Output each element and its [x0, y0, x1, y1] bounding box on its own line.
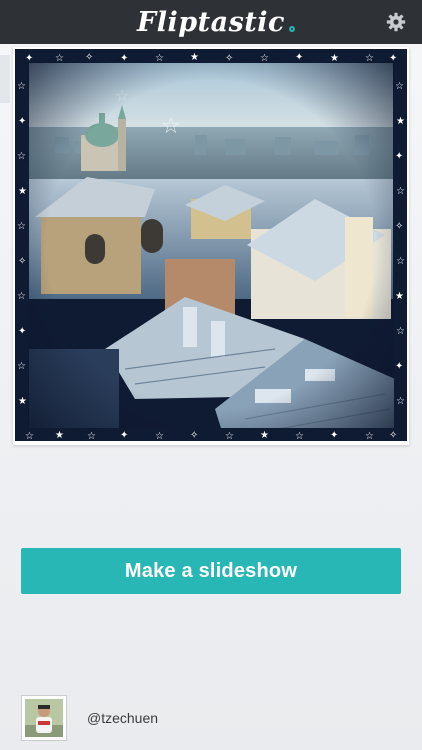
svg-text:☆: ☆ [155, 53, 164, 64]
svg-text:☆: ☆ [17, 291, 26, 302]
svg-text:☆: ☆ [17, 361, 26, 372]
svg-text:✦: ✦ [395, 151, 403, 162]
svg-text:☆: ☆ [396, 326, 405, 337]
svg-text:★: ★ [18, 186, 27, 197]
svg-text:✦: ✦ [295, 52, 303, 63]
svg-text:☆: ☆ [395, 81, 404, 92]
logo-dot-icon [288, 25, 295, 32]
svg-text:✦: ✦ [389, 53, 397, 64]
app-logo: Fliptastic [137, 6, 295, 38]
photo-image[interactable]: ✦ ☆ ✧ ✦ ☆ ★ ✧ ☆ ✦ ★ ☆ ✦ ☆ ★ ☆ ✦ ☆ ✧ ☆ ★ ☆ ✦ ☆ ✧ ☆ ✦ ☆ ★ ☆ ✧ … [15, 49, 407, 441]
app-header: Fliptastic [0, 0, 422, 44]
author-username[interactable]: @tzechuen [87, 710, 158, 726]
svg-text:✧: ✧ [85, 52, 93, 63]
svg-text:✦: ✦ [330, 430, 338, 441]
svg-text:☆: ☆ [17, 221, 26, 232]
svg-text:☆: ☆ [17, 151, 26, 162]
svg-text:✦: ✦ [18, 326, 26, 337]
previous-photo-edge[interactable] [0, 55, 10, 103]
svg-text:★: ★ [395, 291, 404, 302]
svg-text:✧: ✧ [225, 53, 233, 64]
svg-text:✦: ✦ [25, 53, 33, 64]
svg-text:☆: ☆ [396, 186, 405, 197]
svg-text:☆: ☆ [155, 431, 164, 441]
svg-text:☆: ☆ [396, 256, 405, 267]
svg-text:✧: ✧ [389, 430, 397, 441]
svg-text:★: ★ [190, 52, 199, 63]
svg-text:☆: ☆ [17, 81, 26, 92]
svg-text:★: ★ [260, 430, 269, 441]
svg-text:☆: ☆ [396, 396, 405, 407]
svg-text:☆: ☆ [161, 114, 181, 139]
photo-card[interactable]: ✦ ☆ ✧ ✦ ☆ ★ ✧ ☆ ✦ ★ ☆ ✦ ☆ ★ ☆ ✦ ☆ ✧ ☆ ★ ☆ ✦ ☆ ✧ ☆ ✦ ☆ ★ ☆ ✧ … [13, 47, 409, 445]
svg-text:★: ★ [18, 396, 27, 407]
svg-text:★: ★ [396, 116, 405, 127]
app-logo-text: Fliptastic [137, 6, 285, 38]
svg-text:☆: ☆ [295, 431, 304, 441]
svg-text:✦: ✦ [18, 116, 26, 127]
svg-text:✦: ✦ [120, 53, 128, 64]
svg-text:✧: ✧ [18, 256, 26, 267]
author-row[interactable]: @tzechuen [21, 693, 158, 743]
svg-text:☆: ☆ [365, 53, 374, 64]
svg-text:★: ★ [330, 53, 339, 64]
gear-icon[interactable] [386, 12, 406, 32]
svg-text:✧: ✧ [395, 221, 403, 232]
photo-illustration: ✦ ☆ ✧ ✦ ☆ ★ ✧ ☆ ✦ ★ ☆ ✦ ☆ ★ ☆ ✦ ☆ ✧ ☆ ★ ☆ ✦ ☆ ✧ ☆✦☆ ★☆✧ … [15, 49, 407, 441]
svg-text:✧: ✧ [190, 430, 198, 441]
svg-text:✦: ✦ [395, 361, 403, 372]
svg-text:☆: ☆ [365, 431, 374, 441]
svg-text:☆: ☆ [260, 53, 269, 64]
svg-text:✦: ✦ [120, 430, 128, 441]
svg-text:☆: ☆ [25, 431, 34, 441]
make-slideshow-button[interactable]: Make a slideshow [21, 548, 401, 594]
svg-text:☆: ☆ [87, 431, 96, 441]
avatar[interactable] [21, 695, 67, 741]
svg-text:☆: ☆ [55, 53, 64, 64]
svg-text:☆: ☆ [225, 431, 234, 441]
svg-text:★: ★ [55, 430, 64, 441]
svg-text:☆: ☆ [115, 86, 129, 105]
